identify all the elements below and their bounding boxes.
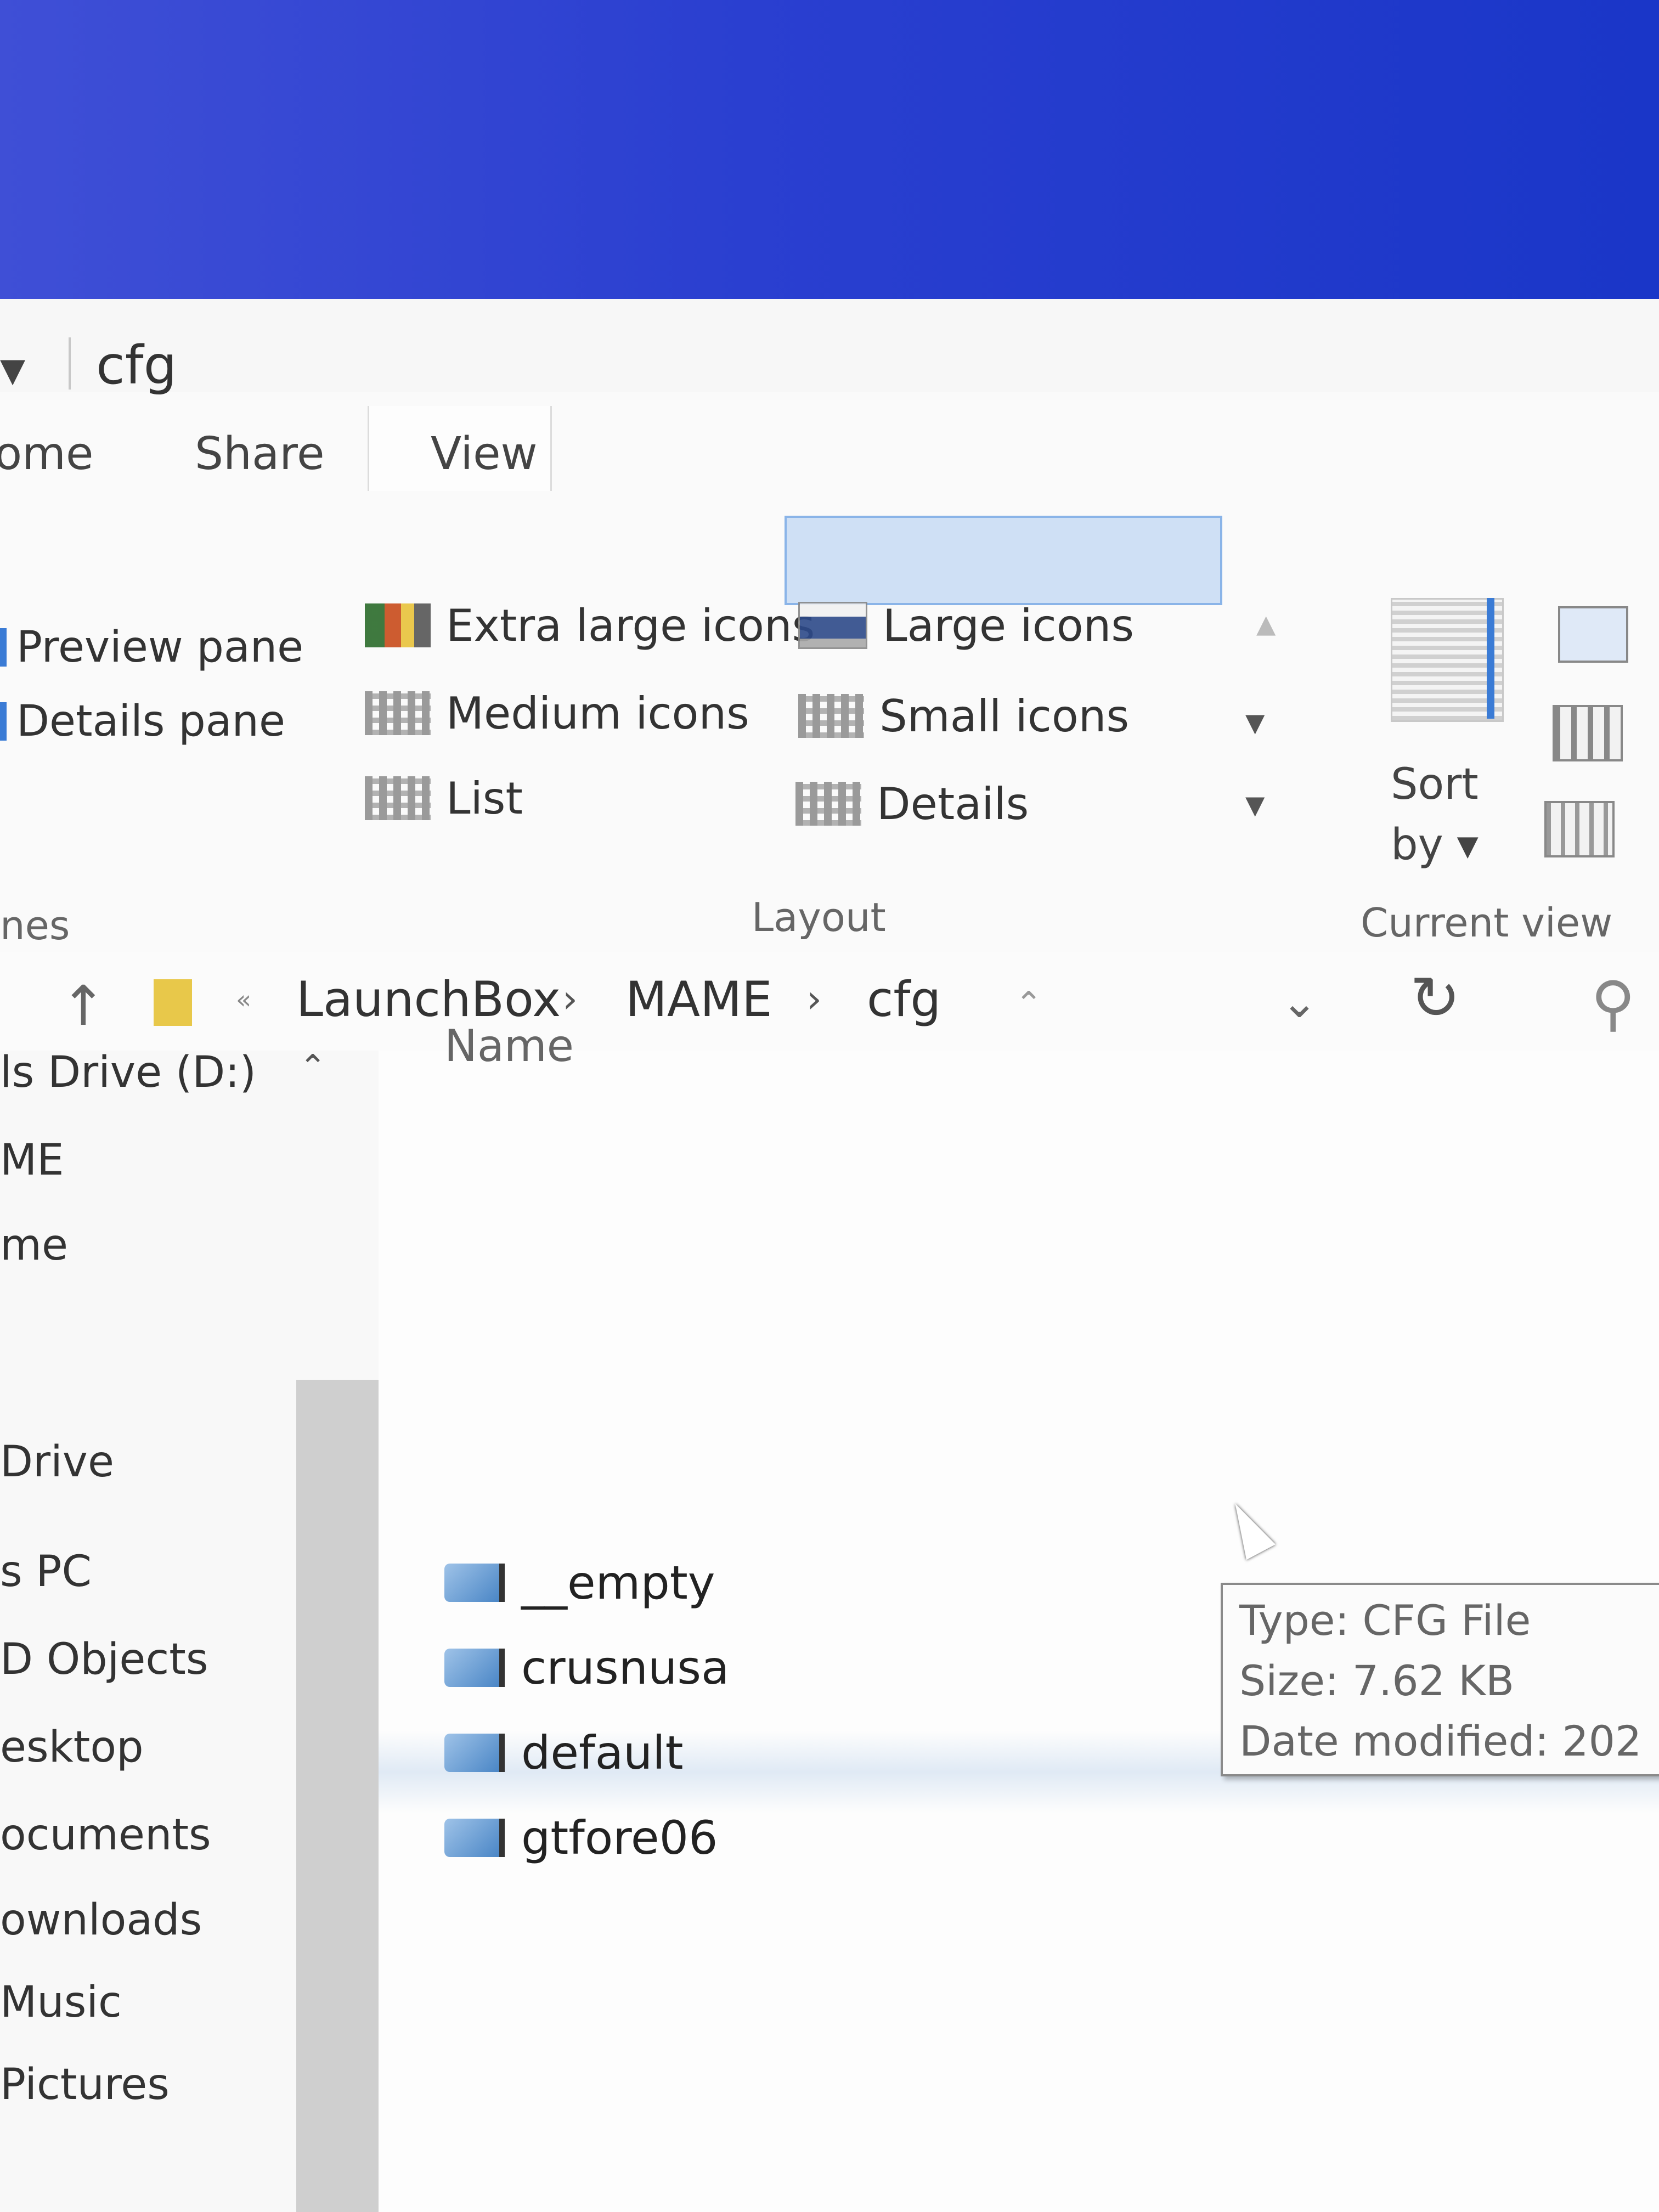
file-name: gtfore06 — [521, 1811, 718, 1865]
add-columns-icon[interactable] — [1553, 705, 1623, 761]
cfg-file-icon — [444, 1564, 505, 1602]
file-row[interactable]: gtfore06 — [444, 1802, 718, 1874]
file-name: default — [521, 1726, 684, 1780]
breadcrumb-overflow[interactable]: « — [236, 985, 251, 1014]
details-selected-highlight — [785, 516, 1222, 605]
title-bar: ▼ cfg — [0, 299, 1659, 396]
small-icons-icon — [798, 694, 864, 738]
file-explorer-window: ▼ cfg ome Share View Preview pane Detail… — [0, 299, 1659, 2212]
nav-item-pictures[interactable]: Pictures — [0, 2060, 170, 2109]
small-icons-label: Small icons — [879, 690, 1130, 742]
nav-item-home[interactable]: me — [0, 1221, 68, 1270]
file-name: __empty — [521, 1556, 715, 1610]
tab-view[interactable]: View — [431, 428, 538, 480]
breadcrumb-mame[interactable]: MAME — [625, 971, 772, 1028]
cfg-file-icon — [444, 1819, 505, 1857]
size-columns-icon[interactable] — [1544, 801, 1615, 857]
sort-ascending-icon: ⌃ — [1015, 985, 1043, 1023]
details-pane-label: Details pane — [16, 697, 285, 746]
search-icon[interactable]: ⚲ — [1591, 968, 1635, 1039]
file-name: crusnusa — [521, 1641, 730, 1695]
preview-pane-button[interactable]: Preview pane — [0, 623, 303, 672]
window-title: cfg — [96, 335, 177, 396]
breadcrumb-launchbox[interactable]: LaunchBox — [296, 971, 561, 1028]
nav-collapse-icon[interactable]: ⌃ — [299, 1048, 326, 1086]
sort-by-label-line2: by ▾ — [1391, 820, 1479, 870]
title-separator — [69, 337, 71, 390]
layout-scroll-up-icon[interactable]: ▲ — [1256, 609, 1276, 639]
navigation-scrollbar[interactable] — [296, 1380, 379, 2212]
nav-item-this-pc[interactable]: s PC — [0, 1547, 92, 1596]
nav-item-documents[interactable]: ocuments — [0, 1810, 211, 1860]
extra-large-icons-label: Extra large icons — [446, 600, 815, 651]
file-row[interactable]: __empty — [444, 1547, 715, 1618]
ribbon-tabs: ome Share View — [0, 406, 1659, 494]
nav-item-3d-objects[interactable]: D Objects — [0, 1635, 208, 1684]
preview-pane-icon — [0, 628, 7, 667]
address-history-dropdown-icon[interactable]: ⌄ — [1281, 977, 1318, 1028]
list-label: List — [446, 772, 523, 824]
large-icons-label: Large icons — [883, 600, 1135, 651]
list-icon — [365, 776, 431, 820]
medium-icons-label: Medium icons — [446, 687, 749, 739]
sort-by-label-line1: Sort — [1391, 760, 1479, 809]
tooltip-size: Size: 7.62 KB — [1239, 1656, 1515, 1705]
sort-by-button[interactable]: Sort by ▾ — [1391, 754, 1479, 875]
layout-list[interactable]: List — [365, 768, 523, 828]
address-bar: ↑ « LaunchBox › MAME › cfg ⌄ ↻ ⚲ — [0, 952, 1659, 1052]
extra-large-icons-icon — [365, 603, 431, 647]
quick-access-dropdown-icon[interactable]: ▼ — [0, 351, 25, 390]
tooltip-type: Type: CFG File — [1239, 1596, 1531, 1645]
layout-scroll-down-icon[interactable]: ▼ — [1245, 708, 1265, 737]
file-row[interactable]: default — [444, 1717, 684, 1788]
tab-home[interactable]: ome — [0, 428, 94, 480]
desktop-background — [0, 0, 1659, 299]
group-by-icon[interactable] — [1558, 606, 1628, 663]
medium-icons-icon — [365, 691, 431, 735]
tab-share[interactable]: Share — [195, 428, 325, 480]
folder-icon — [154, 979, 192, 1026]
refresh-icon[interactable]: ↻ — [1410, 963, 1460, 1033]
column-header-name[interactable]: Name — [444, 1020, 574, 1071]
details-icon — [795, 782, 861, 826]
nav-item-drive[interactable]: Drive — [0, 1437, 114, 1487]
breadcrumb-cfg[interactable]: cfg — [867, 971, 941, 1028]
nav-item-mame[interactable]: ME — [0, 1136, 64, 1185]
details-pane-button[interactable]: Details pane — [0, 697, 285, 746]
breadcrumb-separator[interactable]: › — [562, 977, 578, 1022]
details-pane-icon — [0, 702, 7, 741]
preview-pane-label: Preview pane — [16, 623, 304, 672]
layout-medium-icons[interactable]: Medium icons — [365, 683, 749, 743]
layout-details[interactable]: Details — [795, 774, 1029, 834]
current-view-group-label: Current view — [1361, 900, 1613, 946]
details-label: Details — [877, 778, 1029, 830]
large-icons-icon — [798, 602, 867, 649]
panes-group-label: nes — [0, 902, 70, 949]
navigation-pane: ls Drive (D:) ⌃ ME me Drive s PC D Objec… — [0, 1048, 379, 2212]
file-info-tooltip: Type: CFG File Size: 7.62 KB Date modifi… — [1221, 1583, 1659, 1776]
layout-large-icons[interactable]: Large icons — [798, 595, 1134, 656]
nav-item-desktop[interactable]: esktop — [0, 1723, 144, 1772]
nav-item-drive-d[interactable]: ls Drive (D:) — [0, 1048, 256, 1097]
nav-item-downloads[interactable]: ownloads — [0, 1895, 202, 1945]
sort-by-icon-accent — [1487, 598, 1494, 719]
layout-extra-large-icons[interactable]: Extra large icons — [365, 595, 815, 656]
breadcrumb-separator[interactable]: › — [806, 977, 822, 1022]
layout-expand-icon[interactable]: ▼ — [1245, 790, 1265, 820]
cfg-file-icon — [444, 1734, 505, 1772]
up-arrow-icon[interactable]: ↑ — [60, 974, 106, 1038]
cfg-file-icon — [444, 1649, 505, 1687]
layout-group-label: Layout — [752, 894, 886, 940]
nav-item-music[interactable]: Music — [0, 1978, 122, 2027]
layout-small-icons[interactable]: Small icons — [798, 686, 1129, 746]
tooltip-date: Date modified: 202 — [1239, 1717, 1642, 1765]
file-row[interactable]: crusnusa — [444, 1632, 729, 1703]
